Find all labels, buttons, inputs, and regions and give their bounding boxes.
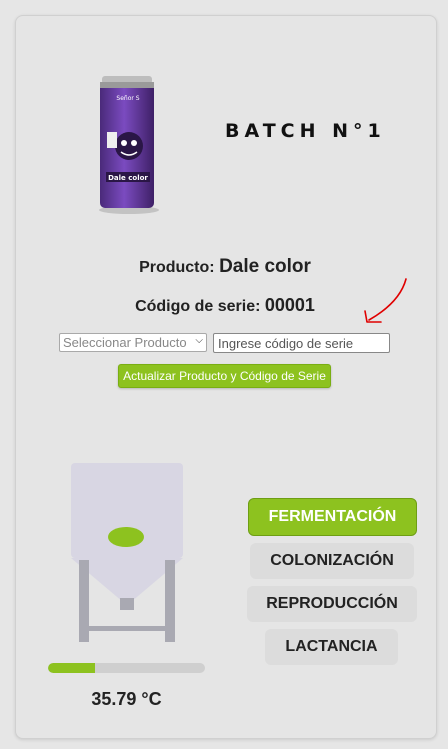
- fermentation-tank-illustration: [71, 463, 183, 642]
- product-label: Producto:: [139, 259, 215, 276]
- can-brand-text: Señor S: [116, 95, 139, 102]
- batch-title: BATCH N°1: [225, 120, 386, 142]
- product-select-value: Seleccionar Producto: [63, 335, 187, 350]
- product-row: Producto: Dale color: [15, 256, 435, 278]
- fermentation-progress-bar: [48, 663, 205, 673]
- temperature-readout: 35.79 °C: [91, 689, 162, 709]
- stage-button-reproduccion[interactable]: REPRODUCCIÓN: [247, 586, 417, 622]
- can-name-text: Dale color: [108, 174, 148, 182]
- serial-label: Código de serie:: [135, 298, 261, 315]
- serial-code-input[interactable]: [213, 333, 390, 353]
- chevron-down-icon: ⌵: [195, 335, 203, 346]
- stage-button-colonizacion[interactable]: COLONIZACIÓN: [250, 543, 414, 579]
- annotation-arrow: [364, 278, 407, 323]
- product-can-image: Señor S Dale color: [99, 76, 159, 214]
- stage-button-lactancia[interactable]: LACTANCIA: [265, 629, 398, 665]
- progress-fill: [48, 663, 96, 673]
- update-product-serial-button[interactable]: Actualizar Producto y Código de Serie: [118, 364, 331, 388]
- product-select[interactable]: Seleccionar Producto ⌵: [59, 333, 207, 352]
- stage-button-fermentacion[interactable]: FERMENTACIÓN: [248, 498, 417, 536]
- serial-value: 00001: [264, 295, 315, 315]
- product-value: Dale color: [219, 256, 311, 277]
